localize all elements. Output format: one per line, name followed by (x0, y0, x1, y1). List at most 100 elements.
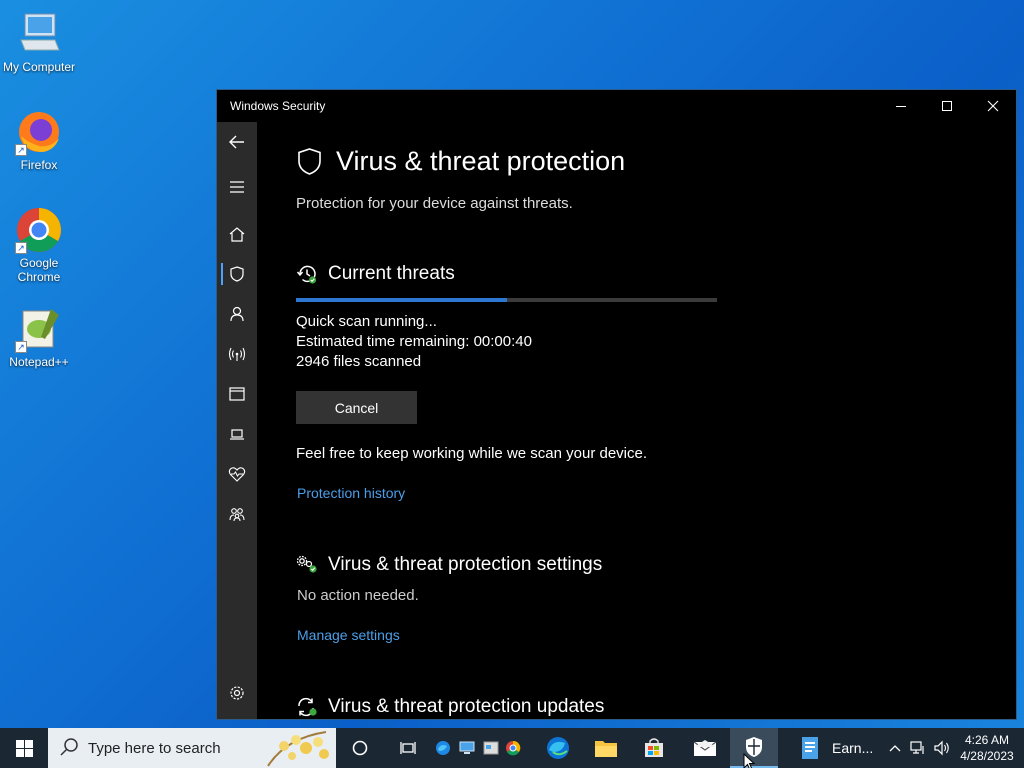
taskbar-system-app[interactable] (480, 728, 502, 768)
desktop-icon-label: Firefox (20, 158, 58, 172)
person-icon (230, 306, 244, 322)
windows-logo-icon (15, 739, 33, 757)
clock-tray[interactable]: 4:26 AM 4/28/2023 (956, 728, 1018, 768)
shortcut-arrow-icon: ↗ (15, 144, 27, 156)
wireless-antenna-icon (228, 347, 246, 361)
cortana-button[interactable] (340, 728, 380, 768)
history-clock-icon (296, 265, 317, 284)
refresh-icon (298, 697, 317, 717)
shield-icon (230, 266, 244, 282)
protection-settings-heading: Virus & threat protection settings (296, 554, 602, 576)
network-tray-button[interactable] (906, 728, 930, 768)
taskbar-microsoft-store[interactable] (634, 728, 674, 768)
earn-app-label: Earn... (832, 740, 874, 756)
edge-icon (547, 737, 569, 759)
start-button[interactable] (0, 728, 48, 768)
main-content: Virus & threat protection Protection for… (257, 122, 1016, 719)
volume-tray-button[interactable] (930, 728, 954, 768)
show-hidden-icons-button[interactable] (886, 728, 904, 768)
taskbar-file-explorer[interactable] (586, 728, 626, 768)
current-threats-heading: Current threats (296, 263, 455, 285)
desktop-icon-notepad-plus-plus[interactable]: ↗ Notepad++ (0, 305, 78, 369)
taskbar-chrome-small[interactable] (502, 728, 524, 768)
family-icon (229, 508, 245, 522)
nav-app-browser-control[interactable] (217, 379, 257, 409)
desktop-icon-label: Google Chrome (17, 256, 61, 284)
cancel-scan-button[interactable]: Cancel (296, 391, 417, 424)
page-title: Virus & threat protection (296, 146, 625, 177)
folder-icon (595, 741, 617, 757)
back-button[interactable] (217, 127, 257, 157)
taskbar-earn-app[interactable]: Earn... (800, 728, 880, 768)
nav-device-performance-health[interactable] (217, 459, 257, 489)
window-app-icon (483, 741, 499, 755)
search-highlight-image-icon (267, 731, 329, 767)
desktop-icon-label: Notepad++ (9, 355, 69, 369)
search-icon (60, 738, 78, 756)
current-threats-heading-text: Current threats (328, 263, 455, 284)
cortana-circle-icon (352, 740, 368, 756)
shortcut-arrow-icon: ↗ (15, 242, 27, 254)
title-bar[interactable]: Windows Security (217, 90, 1016, 122)
clock-date: 4/28/2023 (960, 749, 1014, 763)
page-subtitle: Protection for your device against threa… (296, 195, 573, 212)
settings-status: No action needed. (297, 587, 419, 604)
desktop-icon-my-computer[interactable]: My Computer (0, 10, 78, 74)
nav-settings[interactable] (217, 678, 257, 708)
desktop-icon-firefox[interactable]: ↗ Firefox (0, 108, 78, 172)
scan-progress-fill (296, 298, 507, 302)
hamburger-menu-icon (230, 181, 244, 193)
scan-progress-bar (296, 298, 717, 302)
taskbar-edge[interactable] (538, 728, 578, 768)
settings-gears-icon (296, 555, 317, 573)
speaker-volume-icon (934, 740, 949, 756)
taskbar-edge-small[interactable] (432, 728, 454, 768)
store-bag-icon (645, 738, 663, 757)
laptop-icon (230, 429, 244, 440)
shortcut-arrow-icon: ↗ (15, 341, 27, 353)
protection-history-link[interactable]: Protection history (297, 485, 405, 501)
nav-virus-threat-protection[interactable] (217, 259, 257, 289)
scan-status: Quick scan running... (296, 313, 437, 330)
nav-firewall-network[interactable] (217, 339, 257, 369)
desktop-icon-label: My Computer (2, 60, 76, 74)
navigation-sidebar (217, 122, 257, 719)
clock-time: 4:26 AM (964, 733, 1010, 747)
task-view-icon (400, 742, 416, 754)
protection-updates-heading-text: Virus & threat protection updates (328, 696, 605, 717)
windows-security-window: Windows Security Virus & threat protecti… (216, 89, 1017, 720)
close-button[interactable] (970, 90, 1016, 122)
minimize-button[interactable] (878, 90, 924, 122)
taskbar-remote-desktop[interactable] (456, 728, 478, 768)
mail-icon (693, 740, 717, 756)
scan-info-text: Feel free to keep working while we scan … (296, 445, 648, 462)
app-window-icon (229, 387, 245, 401)
gear-icon (230, 686, 244, 700)
chrome-icon: ↗ (15, 206, 63, 254)
task-view-button[interactable] (388, 728, 428, 768)
maximize-icon (942, 101, 952, 111)
shield-icon (298, 148, 321, 175)
scan-time-remaining: Estimated time remaining: 00:00:40 (296, 333, 532, 350)
document-app-icon (802, 737, 818, 759)
nav-home[interactable] (217, 219, 257, 249)
page-title-text: Virus & threat protection (336, 146, 626, 176)
maximize-button[interactable] (924, 90, 970, 122)
nav-account-protection[interactable] (217, 299, 257, 329)
protection-settings-heading-text: Virus & threat protection settings (328, 554, 603, 575)
minimize-icon (896, 106, 906, 107)
manage-settings-link[interactable]: Manage settings (297, 627, 400, 643)
window-title: Windows Security (230, 99, 326, 113)
files-scanned: 2946 files scanned (296, 353, 422, 370)
notepad-plus-plus-icon: ↗ (15, 305, 63, 353)
taskbar-mail[interactable] (684, 728, 726, 768)
nav-device-security[interactable] (217, 419, 257, 449)
desktop-icon-google-chrome[interactable]: ↗ Google Chrome (0, 206, 78, 284)
chevron-up-icon (889, 745, 901, 752)
nav-family-options[interactable] (217, 499, 257, 529)
taskbar-search-box[interactable]: Type here to search (48, 728, 336, 768)
edge-icon (436, 741, 450, 755)
chrome-icon (506, 740, 521, 756)
taskbar: Type here to search Earn... 4:26 AM 4/28… (0, 728, 1024, 768)
menu-button[interactable] (217, 172, 257, 202)
